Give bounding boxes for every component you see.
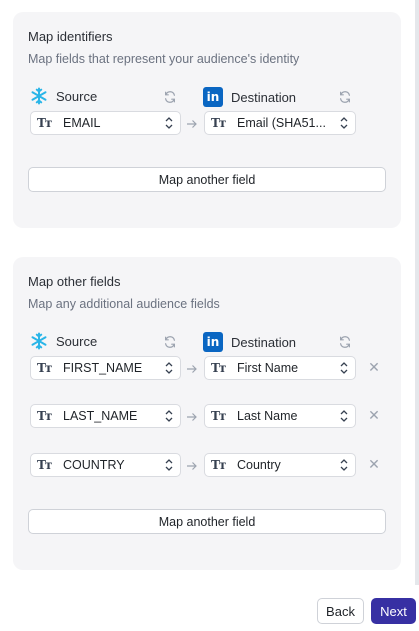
source-value: EMAIL bbox=[63, 116, 101, 130]
map-another-field-button[interactable]: Map another field bbox=[28, 167, 386, 192]
source-header: Source bbox=[30, 332, 97, 350]
source-value: FIRST_NAME bbox=[63, 361, 143, 375]
map-identifiers-panel: Map identifiers Map fields that represen… bbox=[13, 12, 401, 228]
chevron-updown-icon bbox=[340, 410, 348, 422]
chevron-updown-icon bbox=[340, 117, 348, 129]
text-type-icon: Tт bbox=[211, 361, 226, 375]
destination-select[interactable]: Tт Last Name bbox=[204, 404, 356, 428]
remove-row-icon[interactable]: ✕ bbox=[368, 457, 380, 471]
panel-title: Map identifiers bbox=[28, 29, 113, 44]
chevron-updown-icon bbox=[165, 410, 173, 422]
remove-row-icon[interactable]: ✕ bbox=[368, 360, 380, 374]
chevron-updown-icon bbox=[165, 459, 173, 471]
source-header: Source bbox=[30, 87, 97, 105]
linkedin-icon: in bbox=[203, 87, 223, 107]
map-other-fields-panel: Map other fields Map any additional audi… bbox=[13, 257, 401, 570]
arrow-right-icon bbox=[186, 117, 198, 132]
arrow-right-icon bbox=[186, 410, 198, 425]
text-type-icon: Tт bbox=[211, 409, 226, 423]
linkedin-icon: in bbox=[203, 332, 223, 352]
destination-value: Last Name bbox=[237, 409, 298, 423]
text-type-icon: Tт bbox=[37, 361, 52, 375]
text-type-icon: Tт bbox=[37, 116, 52, 130]
panel-title: Map other fields bbox=[28, 274, 121, 289]
chevron-updown-icon bbox=[165, 362, 173, 374]
chevron-updown-icon bbox=[165, 117, 173, 129]
snowflake-icon bbox=[30, 87, 48, 105]
destination-header: in Destination bbox=[203, 87, 296, 107]
next-button[interactable]: Next bbox=[371, 598, 416, 624]
destination-value: Country bbox=[237, 458, 281, 472]
scrollbar[interactable] bbox=[415, 0, 419, 585]
refresh-source-icon[interactable] bbox=[163, 90, 177, 104]
panel-subtitle: Map any additional audience fields bbox=[28, 297, 220, 311]
snowflake-icon bbox=[30, 332, 48, 350]
source-value: LAST_NAME bbox=[63, 409, 138, 423]
destination-value: First Name bbox=[237, 361, 299, 375]
refresh-source-icon[interactable] bbox=[163, 335, 177, 349]
back-button[interactable]: Back bbox=[317, 598, 364, 624]
panel-subtitle: Map fields that represent your audience'… bbox=[28, 52, 300, 66]
text-type-icon: Tт bbox=[37, 409, 52, 423]
destination-select[interactable]: Tт Country bbox=[204, 453, 356, 477]
remove-row-icon[interactable]: ✕ bbox=[368, 408, 380, 422]
source-select[interactable]: Tт COUNTRY bbox=[30, 453, 181, 477]
source-select[interactable]: Tт EMAIL bbox=[30, 111, 181, 135]
destination-select[interactable]: Tт First Name bbox=[204, 356, 356, 380]
refresh-destination-icon[interactable] bbox=[338, 335, 352, 349]
arrow-right-icon bbox=[186, 362, 198, 377]
source-select[interactable]: Tт FIRST_NAME bbox=[30, 356, 181, 380]
arrow-right-icon bbox=[186, 459, 198, 474]
destination-select[interactable]: Tт Email (SHA51... bbox=[204, 111, 356, 135]
text-type-icon: Tт bbox=[37, 458, 52, 472]
chevron-updown-icon bbox=[340, 362, 348, 374]
chevron-updown-icon bbox=[340, 459, 348, 471]
text-type-icon: Tт bbox=[211, 458, 226, 472]
destination-label: Destination bbox=[231, 89, 297, 105]
destination-value: Email (SHA51... bbox=[237, 116, 326, 130]
destination-header: in Destination bbox=[203, 332, 296, 352]
source-select[interactable]: Tт LAST_NAME bbox=[30, 404, 181, 428]
map-another-field-button[interactable]: Map another field bbox=[28, 509, 386, 534]
text-type-icon: Tт bbox=[211, 116, 226, 130]
source-value: COUNTRY bbox=[63, 458, 125, 472]
refresh-destination-icon[interactable] bbox=[338, 90, 352, 104]
source-label: Source bbox=[56, 88, 98, 104]
destination-label: Destination bbox=[231, 334, 297, 350]
source-label: Source bbox=[56, 333, 98, 349]
